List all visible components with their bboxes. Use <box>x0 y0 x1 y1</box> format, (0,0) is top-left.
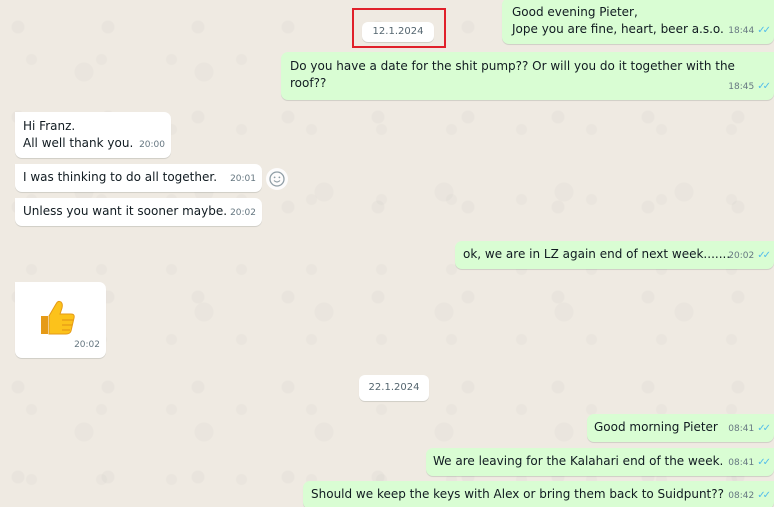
read-receipt-icon: ✓✓ <box>757 423 771 434</box>
message-outgoing[interactable]: ok, we are in LZ again end of next week.… <box>455 241 774 269</box>
message-outgoing[interactable]: We are leaving for the Kalahari end of t… <box>426 448 774 476</box>
message-time: 20:02 <box>230 208 256 218</box>
message-time: 20:00 <box>139 140 165 150</box>
message-text: Do you have a date for the shit pump?? O… <box>290 59 735 90</box>
message-time: 18:45 <box>728 82 755 92</box>
message-meta: 08:42 ✓✓ <box>728 487 771 505</box>
message-time: 20:02 <box>728 251 755 261</box>
message-time: 08:42 <box>728 491 755 501</box>
message-time: 08:41 <box>728 458 755 468</box>
message-text: Hi Franz. All well thank you. <box>23 119 134 150</box>
message-text: We are leaving for the Kalahari end of t… <box>433 454 724 468</box>
message-meta: 18:44 ✓✓ <box>728 22 771 40</box>
message-incoming[interactable]: I was thinking to do all together. 20:01 <box>15 164 262 192</box>
message-outgoing[interactable]: Do you have a date for the shit pump?? O… <box>281 52 774 100</box>
message-outgoing[interactable]: Good morning Pieter 08:41 ✓✓ <box>587 414 774 442</box>
message-meta: 20:02 <box>74 337 100 354</box>
message-meta: 18:45 ✓✓ <box>728 78 771 96</box>
message-meta: 08:41 ✓✓ <box>728 420 771 438</box>
message-text: ok, we are in LZ again end of next week.… <box>463 247 731 261</box>
message-text: Good morning Pieter <box>594 420 718 434</box>
message-incoming[interactable]: Unless you want it sooner maybe. 20:02 <box>15 198 262 226</box>
message-incoming-sticker[interactable]: 20:02 <box>15 282 106 358</box>
message-outgoing[interactable]: Good evening Pieter, Jope you are fine, … <box>502 0 774 44</box>
message-meta: 08:41 ✓✓ <box>728 454 771 472</box>
read-receipt-icon: ✓✓ <box>757 81 771 92</box>
message-text: Unless you want it sooner maybe. <box>23 204 228 218</box>
message-meta: 20:02 <box>230 205 256 222</box>
emoji-reaction-button[interactable] <box>266 168 288 190</box>
message-text: I was thinking to do all together. <box>23 170 218 184</box>
message-meta: 20:00 <box>139 137 165 154</box>
read-receipt-icon: ✓✓ <box>757 250 771 261</box>
date-label: 22.1.2024 <box>368 382 420 393</box>
message-meta: 20:02 ✓✓ <box>728 247 771 265</box>
message-incoming[interactable]: Hi Franz. All well thank you. 20:00 <box>15 112 171 158</box>
message-time: 20:01 <box>230 174 256 184</box>
highlight-box <box>352 8 446 48</box>
message-text: Good evening Pieter, Jope you are fine, … <box>512 5 724 36</box>
message-meta: 20:01 <box>230 171 256 188</box>
message-outgoing[interactable]: Should we keep the keys with Alex or bri… <box>303 481 774 507</box>
message-text: Should we keep the keys with Alex or bri… <box>311 487 724 501</box>
message-time: 18:44 <box>728 26 755 36</box>
read-receipt-icon: ✓✓ <box>757 490 771 501</box>
thumbs-up-icon <box>41 300 75 335</box>
chat-area: Good evening Pieter, Jope you are fine, … <box>0 0 774 507</box>
message-time: 08:41 <box>728 424 755 434</box>
read-receipt-icon: ✓✓ <box>757 457 771 468</box>
message-time: 20:02 <box>74 340 100 350</box>
date-separator: 22.1.2024 <box>359 375 429 401</box>
smiley-icon <box>269 171 285 187</box>
read-receipt-icon: ✓✓ <box>757 25 771 36</box>
